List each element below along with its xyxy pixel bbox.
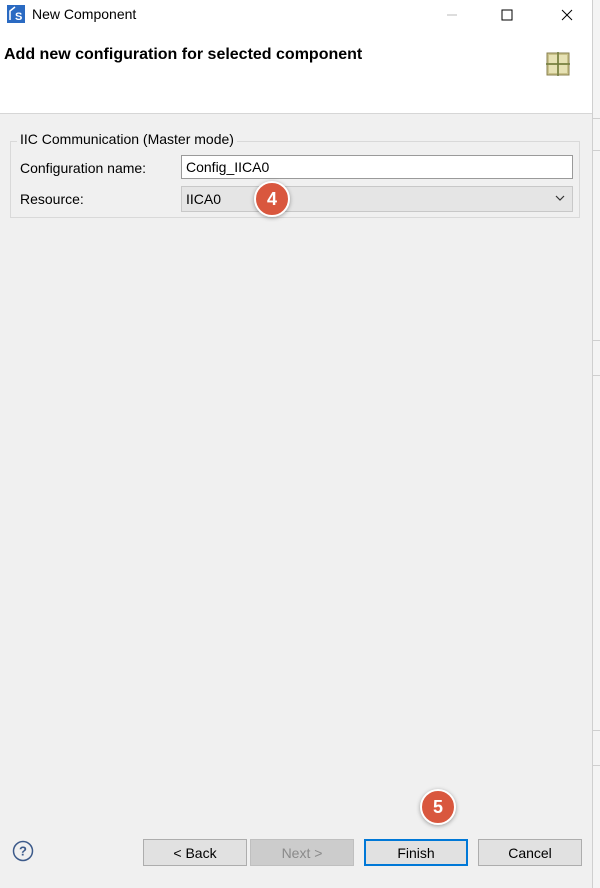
resource-label: Resource: xyxy=(20,191,84,207)
minimize-button[interactable] xyxy=(432,0,472,30)
wizard-footer: ? < Back Next > Finish Cancel xyxy=(0,804,592,888)
finish-button[interactable]: Finish xyxy=(364,839,468,866)
resource-selected-value: IICA0 xyxy=(186,191,222,207)
minimize-icon xyxy=(447,14,457,16)
edge-divider xyxy=(593,340,600,341)
maximize-button[interactable] xyxy=(487,0,527,30)
wizard-content: IIC Communication (Master mode) Configur… xyxy=(0,114,592,804)
configuration-name-label: Configuration name: xyxy=(20,160,147,176)
component-grid-icon xyxy=(546,52,570,76)
step-5-marker: 5 xyxy=(420,789,456,825)
background-window-edge xyxy=(592,0,600,888)
close-icon xyxy=(561,9,573,21)
chevron-down-icon xyxy=(555,195,565,201)
cancel-button[interactable]: Cancel xyxy=(478,839,582,866)
wizard-header: Add new configuration for selected compo… xyxy=(0,30,592,114)
edge-divider xyxy=(593,150,600,151)
configuration-name-input[interactable] xyxy=(181,155,573,179)
maximize-icon xyxy=(501,9,513,21)
group-legend: IIC Communication (Master mode) xyxy=(17,131,237,147)
edge-divider xyxy=(593,765,600,766)
close-button[interactable] xyxy=(547,0,587,30)
app-logo-icon: S xyxy=(7,5,25,23)
edge-divider xyxy=(593,375,600,376)
next-button[interactable]: Next > xyxy=(250,839,354,866)
help-icon[interactable]: ? xyxy=(12,840,34,862)
svg-text:?: ? xyxy=(19,844,27,859)
resource-select[interactable]: IICA0 xyxy=(181,186,573,212)
edge-divider xyxy=(593,118,600,119)
edge-divider xyxy=(593,730,600,731)
window-title: New Component xyxy=(32,6,137,22)
svg-text:S: S xyxy=(15,11,22,23)
page-title: Add new configuration for selected compo… xyxy=(4,46,363,63)
step-4-marker: 4 xyxy=(254,181,290,217)
iic-settings-group: IIC Communication (Master mode) Configur… xyxy=(10,131,580,218)
back-button[interactable]: < Back xyxy=(143,839,247,866)
title-bar: S New Component xyxy=(0,0,592,30)
